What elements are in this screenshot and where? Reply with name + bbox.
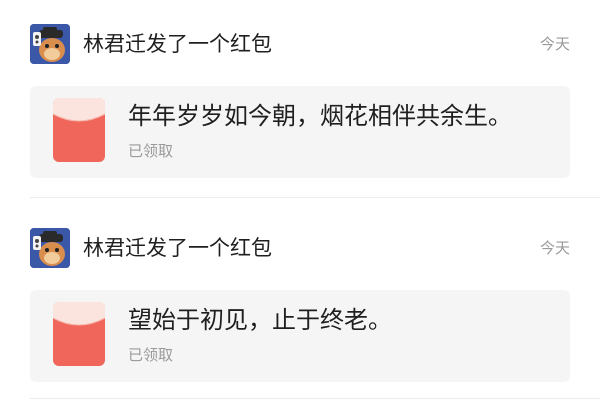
sender-line: 林君迁发了一个红包 <box>83 236 272 260</box>
cartoon-avatar-icon <box>30 24 70 64</box>
avatar[interactable] <box>30 228 70 268</box>
avatar[interactable] <box>30 24 70 64</box>
sender-line: 林君迁发了一个红包 <box>83 32 272 56</box>
red-packet-icon <box>52 98 106 162</box>
entry-header: 林君迁发了一个红包 今天 <box>30 228 570 268</box>
timestamp: 今天 <box>539 35 570 53</box>
red-packet-message: 望始于初见，止于终老。 <box>128 306 392 334</box>
entry-header: 林君迁发了一个红包 今天 <box>30 24 570 64</box>
red-packet-feed: 林君迁发了一个红包 今天 年年岁岁如今朝，烟花相伴共余生。 已领取 林君迁发了一… <box>0 0 600 400</box>
red-packet-card[interactable]: 望始于初见，止于终老。 已领取 <box>30 290 570 382</box>
claim-status: 已领取 <box>128 346 174 364</box>
entry-divider <box>30 197 600 198</box>
claim-status: 已领取 <box>128 142 174 160</box>
entry-divider <box>30 398 600 399</box>
timestamp: 今天 <box>539 239 570 257</box>
red-packet-card[interactable]: 年年岁岁如今朝，烟花相伴共余生。 已领取 <box>30 86 570 178</box>
cartoon-avatar-icon <box>30 228 70 268</box>
red-packet-icon <box>52 302 106 366</box>
red-packet-message: 年年岁岁如今朝，烟花相伴共余生。 <box>128 102 512 130</box>
